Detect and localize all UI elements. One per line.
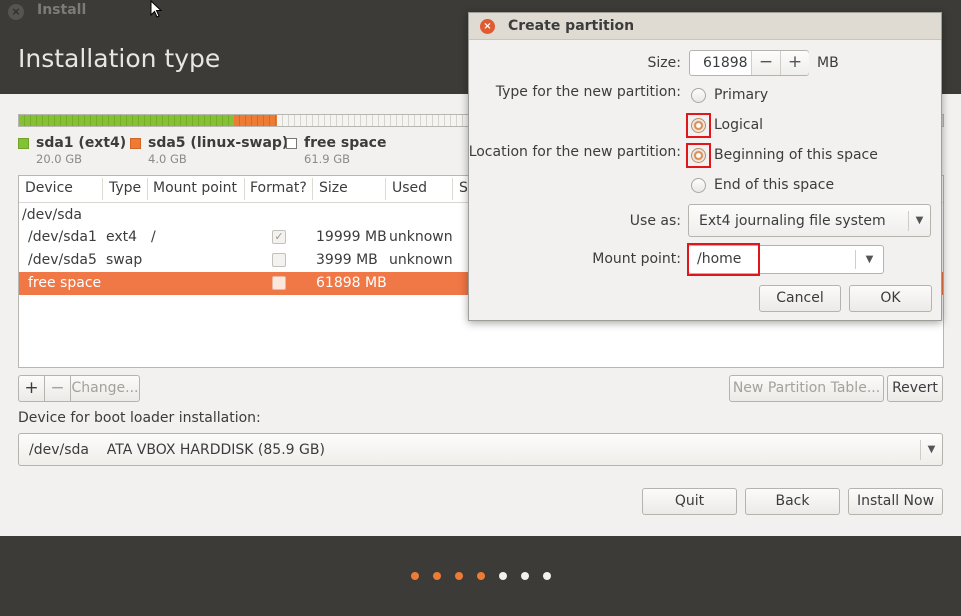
chevron-down-icon: ▼ bbox=[920, 440, 942, 460]
highlight-box bbox=[687, 243, 760, 276]
format-checkbox[interactable] bbox=[272, 276, 286, 290]
partition-bar-sda5 bbox=[234, 115, 278, 126]
legend-swatch bbox=[18, 138, 29, 149]
end-radio-label[interactable]: End of this space bbox=[714, 177, 834, 193]
size-unit: MB bbox=[817, 55, 839, 71]
highlight-box bbox=[686, 143, 711, 168]
column-header-type[interactable]: Type bbox=[109, 180, 141, 196]
cell-device: free space bbox=[28, 275, 102, 291]
column-header-system[interactable]: S bbox=[459, 180, 468, 196]
column-divider bbox=[385, 178, 386, 200]
cell-device: /dev/sda bbox=[22, 207, 82, 223]
revert-button[interactable]: Revert bbox=[887, 375, 943, 402]
cell-size: 61898 MB bbox=[316, 275, 387, 291]
remove-partition-button[interactable]: − bbox=[44, 375, 71, 402]
cell-device: /dev/sda5 bbox=[28, 252, 97, 268]
column-header-mount-point[interactable]: Mount point bbox=[153, 180, 237, 196]
format-checkbox[interactable]: ✓ bbox=[272, 230, 286, 244]
column-header-size[interactable]: Size bbox=[319, 180, 348, 196]
cancel-button[interactable]: Cancel bbox=[759, 285, 841, 312]
progress-dot bbox=[411, 572, 419, 580]
boot-device: /dev/sda bbox=[29, 442, 89, 458]
cell-mount: / bbox=[151, 229, 156, 245]
legend-swatch bbox=[286, 138, 297, 149]
dialog-title: Create partition bbox=[508, 18, 635, 34]
column-divider bbox=[102, 178, 103, 200]
legend-swatch bbox=[130, 138, 141, 149]
mount-point-label: Mount point: bbox=[592, 251, 681, 267]
use-as-value: Ext4 journaling file system bbox=[699, 213, 886, 229]
close-icon[interactable]: × bbox=[480, 19, 495, 34]
new-partition-table-button[interactable]: New Partition Table... bbox=[729, 375, 884, 402]
cell-type: swap bbox=[106, 252, 143, 268]
chevron-down-icon: ▼ bbox=[908, 211, 930, 231]
window-title: Install bbox=[37, 2, 87, 18]
progress-dot bbox=[455, 572, 463, 580]
logical-radio-label[interactable]: Logical bbox=[714, 117, 763, 133]
add-partition-button[interactable]: + bbox=[18, 375, 45, 402]
progress-dot bbox=[521, 572, 529, 580]
size-input[interactable]: 61898 bbox=[703, 55, 748, 71]
install-now-button[interactable]: Install Now bbox=[848, 488, 943, 515]
page-title: Installation type bbox=[18, 44, 221, 73]
legend-name: sda1 (ext4) bbox=[36, 135, 127, 151]
progress-dot bbox=[433, 572, 441, 580]
boot-device-description: ATA VBOX HARDDISK (85.9 GB) bbox=[106, 442, 325, 458]
mouse-pointer-icon bbox=[150, 0, 163, 18]
progress-dot bbox=[499, 572, 507, 580]
size-label: Size: bbox=[647, 55, 681, 71]
end-radio[interactable] bbox=[691, 178, 706, 193]
footer-bar bbox=[0, 536, 961, 616]
primary-radio[interactable] bbox=[691, 88, 706, 103]
format-checkbox[interactable] bbox=[272, 253, 286, 267]
cell-used: unknown bbox=[389, 229, 453, 245]
column-divider bbox=[452, 178, 453, 200]
boot-loader-select[interactable]: /dev/sda ATA VBOX HARDDISK (85.9 GB) ▼ bbox=[18, 433, 943, 466]
partition-bar-sda1 bbox=[19, 115, 235, 126]
location-label: Location for the new partition: bbox=[468, 144, 681, 160]
back-button[interactable]: Back bbox=[745, 488, 840, 515]
size-spinbox[interactable]: 61898 − + bbox=[689, 50, 809, 76]
create-partition-dialog: × Create partition Size: 61898 − + MB Ty… bbox=[468, 12, 942, 321]
chevron-down-icon[interactable]: ▼ bbox=[855, 250, 883, 269]
column-divider bbox=[147, 178, 148, 200]
column-divider bbox=[312, 178, 313, 200]
legend-size: 61.9 GB bbox=[304, 152, 351, 166]
increment-button[interactable]: + bbox=[780, 51, 809, 75]
legend-name: sda5 (linux-swap) bbox=[148, 135, 289, 151]
progress-dot bbox=[543, 572, 551, 580]
change-partition-button[interactable]: Change... bbox=[70, 375, 140, 402]
ok-button[interactable]: OK bbox=[849, 285, 932, 312]
column-header-format[interactable]: Format? bbox=[250, 180, 307, 196]
highlight-box bbox=[686, 113, 711, 138]
legend-size: 4.0 GB bbox=[148, 152, 187, 166]
boot-loader-label: Device for boot loader installation: bbox=[18, 410, 261, 426]
cell-size: 19999 MB bbox=[316, 229, 387, 245]
boot-loader-value: /dev/sda ATA VBOX HARDDISK (85.9 GB) bbox=[29, 442, 325, 458]
legend-size: 20.0 GB bbox=[36, 152, 83, 166]
column-divider bbox=[244, 178, 245, 200]
cell-type: ext4 bbox=[106, 229, 138, 245]
cell-used: unknown bbox=[389, 252, 453, 268]
decrement-button[interactable]: − bbox=[751, 51, 780, 75]
column-header-device[interactable]: Device bbox=[25, 180, 73, 196]
cell-size: 3999 MB bbox=[316, 252, 378, 268]
quit-button[interactable]: Quit bbox=[642, 488, 737, 515]
primary-radio-label[interactable]: Primary bbox=[714, 87, 768, 103]
cell-device: /dev/sda1 bbox=[28, 229, 97, 245]
type-label: Type for the new partition: bbox=[495, 84, 681, 100]
use-as-select[interactable]: Ext4 journaling file system ▼ bbox=[688, 204, 931, 237]
use-as-label: Use as: bbox=[629, 213, 681, 229]
column-header-used[interactable]: Used bbox=[392, 180, 427, 196]
dialog-titlebar: × Create partition bbox=[469, 13, 941, 40]
legend-name: free space bbox=[304, 135, 387, 151]
close-icon[interactable]: × bbox=[8, 4, 24, 20]
progress-dot bbox=[477, 572, 485, 580]
beginning-radio-label[interactable]: Beginning of this space bbox=[714, 147, 878, 163]
